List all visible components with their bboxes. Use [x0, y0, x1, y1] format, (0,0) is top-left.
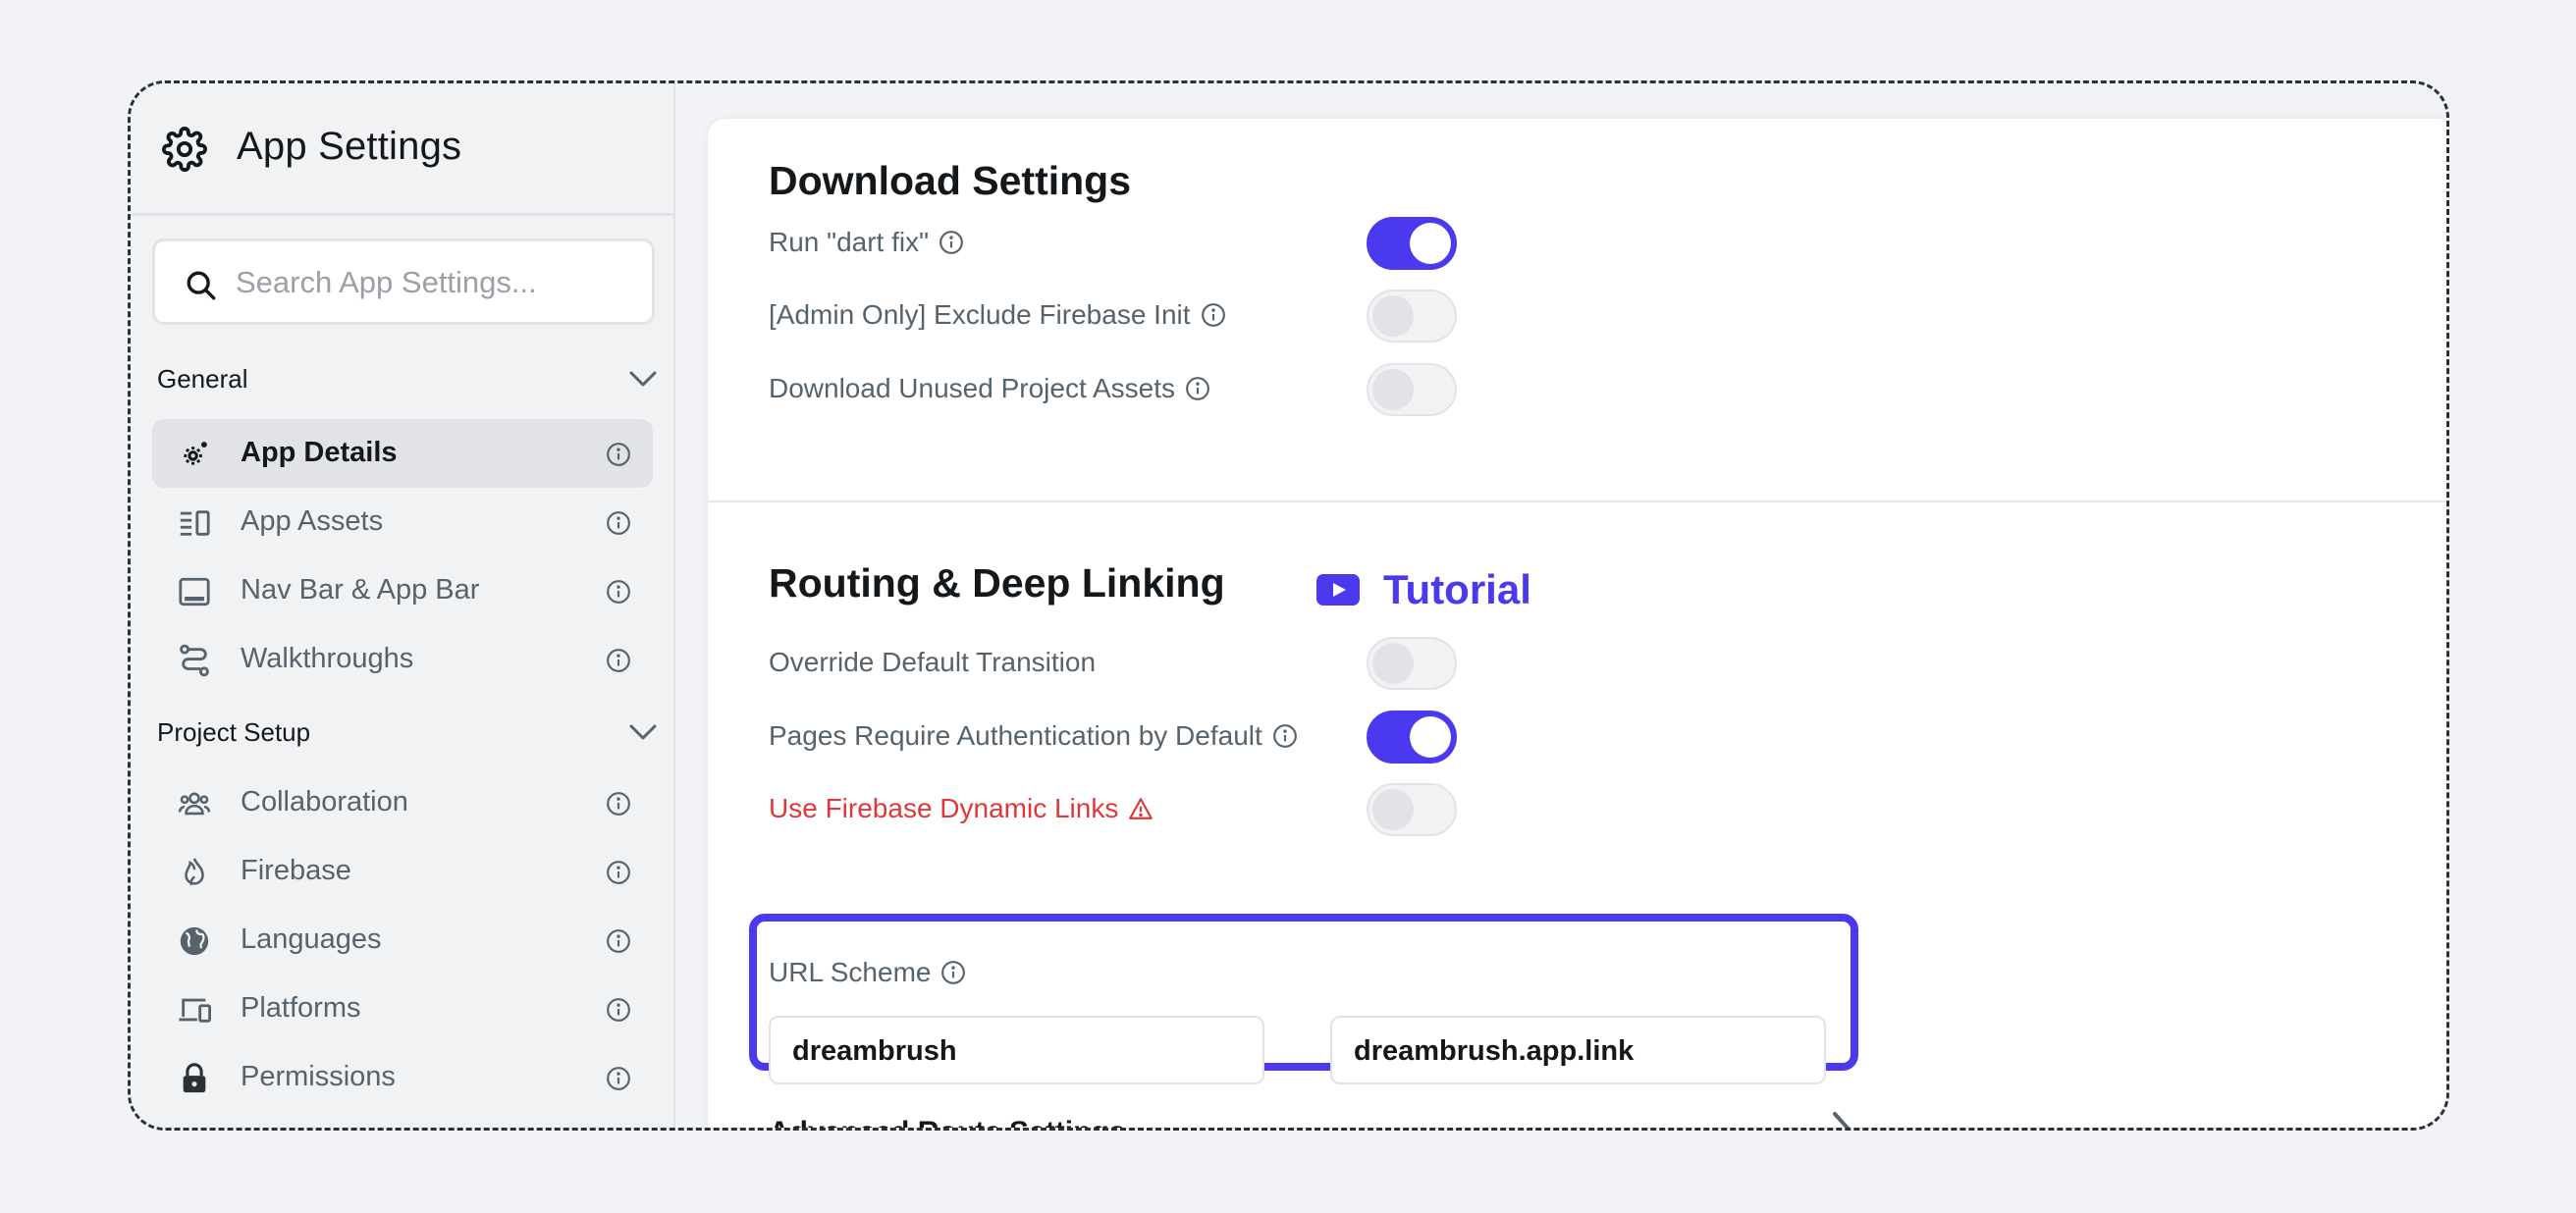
toggle-knob	[1410, 716, 1451, 758]
walkthrough-icon	[180, 644, 209, 677]
require-auth-toggle[interactable]	[1367, 711, 1457, 764]
url-host-field[interactable]	[1330, 1016, 1826, 1084]
chevron-down-icon[interactable]	[628, 368, 658, 390]
collaboration-icon	[178, 792, 211, 816]
require-auth-label: Pages Require Authentication by Default	[769, 711, 1298, 762]
section-title: General	[157, 364, 248, 394]
info-icon[interactable]	[1201, 302, 1226, 328]
url-scheme-input[interactable]	[792, 1029, 1244, 1073]
url-scheme-field[interactable]	[769, 1016, 1264, 1084]
exclude-firebase-toggle[interactable]	[1367, 290, 1457, 343]
firebase-flame-icon	[185, 858, 204, 886]
sidebar-item-label: Collaboration	[241, 786, 408, 817]
search-box[interactable]	[152, 238, 655, 325]
info-icon[interactable]	[606, 648, 631, 673]
unused-assets-toggle[interactable]	[1367, 363, 1457, 416]
sidebar-item-walkthroughs[interactable]: Walkthroughs	[152, 625, 653, 694]
sidebar-item-label: Platforms	[241, 992, 361, 1024]
dynamic-links-toggle[interactable]	[1367, 783, 1457, 836]
override-transition-label: Override Default Transition	[769, 637, 1096, 688]
settings-sidebar: App Settings General App Details	[131, 83, 675, 1128]
settings-panel: Download Settings Run "dart fix" [Admin …	[708, 119, 2446, 1131]
settings-frame: App Settings General App Details	[128, 80, 2449, 1131]
toggle-knob	[1372, 643, 1414, 684]
sidebar-item-languages[interactable]: Languages	[152, 906, 653, 975]
option-label: Download Unused Project Assets	[769, 373, 1175, 403]
info-icon[interactable]	[606, 997, 631, 1023]
advanced-route-settings[interactable]: Advanced Route Settings	[769, 1104, 1858, 1131]
sidebar-title: App Settings	[237, 125, 462, 168]
info-icon[interactable]	[606, 510, 631, 536]
section-divider	[708, 501, 2446, 502]
option-label: Override Default Transition	[769, 647, 1097, 677]
option-label: Run "dart fix"	[769, 227, 930, 257]
chevron-right-icon[interactable]	[1829, 1110, 1858, 1131]
sidebar-item-app-assets[interactable]: App Assets	[152, 488, 653, 556]
option-label: Use Firebase Dynamic Links	[769, 793, 1119, 823]
sidebar-item-app-details[interactable]: App Details	[152, 419, 653, 488]
section-title: Project Setup	[157, 717, 311, 747]
lock-icon	[183, 1063, 206, 1093]
info-icon[interactable]	[939, 230, 964, 255]
nav-bar-icon	[179, 577, 210, 606]
routing-title: Routing & Deep Linking	[769, 560, 1225, 606]
sidebar-item-platforms[interactable]: Platforms	[152, 975, 653, 1043]
sidebar-header: App Settings	[131, 83, 673, 216]
download-settings-title: Download Settings	[769, 158, 1131, 203]
devices-icon	[179, 998, 211, 1023]
sidebar-item-label: Languages	[241, 923, 382, 955]
sidebar-item-collaboration[interactable]: Collaboration	[152, 768, 653, 837]
info-icon[interactable]	[606, 860, 631, 885]
sidebar-item-nav-bar[interactable]: Nav Bar & App Bar	[152, 556, 653, 625]
sidebar-item-label: Nav Bar & App Bar	[241, 574, 480, 606]
sidebar-item-label: Firebase	[241, 855, 351, 886]
gear-icon	[162, 127, 207, 172]
tutorial-link[interactable]: Tutorial	[1316, 566, 1531, 613]
sidebar-item-label: Walkthroughs	[241, 643, 414, 674]
info-icon[interactable]	[606, 928, 631, 954]
sidebar-item-label: Permissions	[241, 1061, 396, 1092]
info-icon[interactable]	[1185, 376, 1210, 401]
globe-icon	[180, 926, 209, 956]
unused-assets-label: Download Unused Project Assets	[769, 363, 1210, 414]
youtube-icon	[1316, 574, 1360, 606]
sidebar-item-label: App Assets	[241, 505, 384, 537]
warning-icon	[1129, 798, 1154, 819]
dynamic-links-label: Use Firebase Dynamic Links	[769, 783, 1154, 834]
dart-fix-label: Run "dart fix"	[769, 217, 964, 268]
toggle-knob	[1410, 223, 1451, 264]
advanced-route-label: Advanced Route Settings	[769, 1116, 1125, 1128]
info-icon[interactable]	[606, 791, 631, 817]
tutorial-label: Tutorial	[1383, 566, 1531, 612]
url-scheme-label: URL Scheme	[769, 953, 966, 992]
info-icon[interactable]	[1272, 723, 1298, 749]
url-scheme-title: URL Scheme	[769, 957, 932, 987]
url-host-input[interactable]	[1354, 1029, 1805, 1073]
search-input[interactable]	[236, 257, 638, 308]
search-icon	[187, 271, 216, 300]
option-label: [Admin Only] Exclude Firebase Init	[769, 299, 1191, 330]
section-project-setup[interactable]: Project Setup	[157, 717, 658, 757]
info-icon[interactable]	[606, 1066, 631, 1091]
toggle-knob	[1372, 789, 1414, 830]
toggle-knob	[1372, 369, 1414, 410]
section-general[interactable]: General	[157, 364, 658, 403]
override-transition-toggle[interactable]	[1367, 637, 1457, 690]
chevron-down-icon[interactable]	[628, 721, 658, 743]
sidebar-item-permissions[interactable]: Permissions	[152, 1043, 653, 1112]
sidebar-item-label: App Details	[241, 437, 398, 468]
app-details-gear-icon	[184, 442, 207, 465]
exclude-firebase-label: [Admin Only] Exclude Firebase Init	[769, 290, 1226, 341]
option-label: Pages Require Authentication by Default	[769, 720, 1262, 751]
info-icon[interactable]	[606, 442, 631, 467]
toggle-knob	[1372, 295, 1414, 337]
info-icon[interactable]	[940, 960, 966, 985]
dart-fix-toggle[interactable]	[1367, 217, 1457, 270]
sidebar-item-firebase[interactable]: Firebase	[152, 837, 653, 906]
info-icon[interactable]	[606, 579, 631, 605]
app-assets-icon	[180, 510, 210, 536]
